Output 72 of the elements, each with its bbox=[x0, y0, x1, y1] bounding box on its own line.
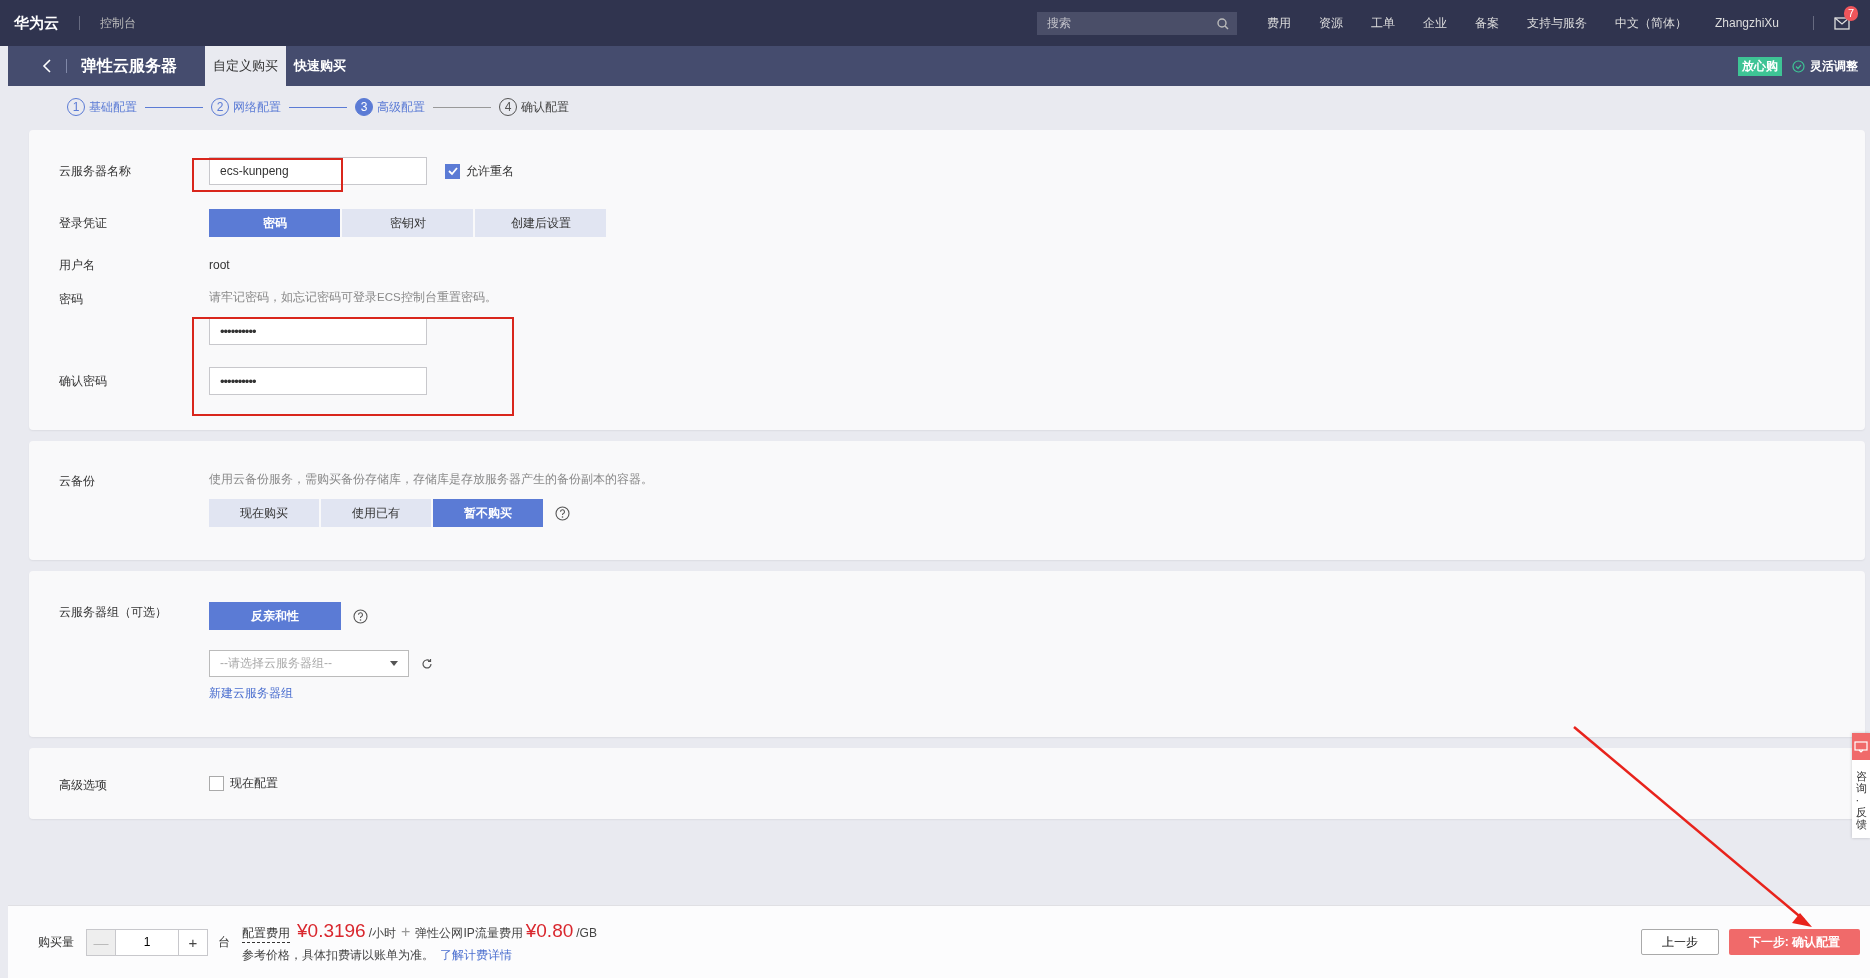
nav-link[interactable]: ZhangzhiXu bbox=[1714, 16, 1779, 30]
search-icon[interactable] bbox=[1216, 17, 1229, 30]
nav-link[interactable]: 工单 bbox=[1370, 14, 1395, 32]
console-link[interactable]: 控制台 bbox=[100, 14, 136, 32]
username-value: root bbox=[209, 258, 230, 272]
nav-link[interactable]: 中文（简体） bbox=[1614, 14, 1687, 32]
segment-button[interactable]: 密钥对 bbox=[342, 209, 473, 237]
field-label: 云服务器组（可选） bbox=[59, 604, 168, 621]
segment-button[interactable]: 密码 bbox=[209, 209, 340, 237]
field-label: 确认密码 bbox=[59, 373, 108, 390]
segment-button[interactable]: 创建后设置 bbox=[475, 209, 606, 237]
price-unit: /小时 bbox=[368, 925, 397, 942]
step: 4 确认配置 bbox=[499, 98, 569, 116]
segment-button[interactable]: 现在购买 bbox=[209, 499, 319, 527]
help-icon[interactable] bbox=[353, 608, 368, 624]
field-label: 云备份 bbox=[59, 473, 96, 490]
hint-text: 请牢记密码，如忘记密码可登录ECS控制台重置密码。 bbox=[209, 290, 497, 305]
feedback-label[interactable]: 咨询·反馈 bbox=[1855, 770, 1867, 831]
checkbox-label: 现在配置 bbox=[230, 775, 278, 792]
unit-label: 台 bbox=[218, 933, 230, 951]
help-icon[interactable] bbox=[555, 505, 570, 521]
mail-icon[interactable] bbox=[1834, 16, 1850, 30]
nav-link[interactable]: 支持与服务 bbox=[1526, 14, 1587, 32]
segment-button[interactable]: 使用已有 bbox=[321, 499, 431, 527]
previous-button[interactable]: 上一步 bbox=[1641, 929, 1719, 955]
nav-link[interactable]: 资源 bbox=[1318, 14, 1343, 32]
step: 1 基础配置 bbox=[67, 98, 137, 116]
step: 2 网络配置 bbox=[211, 98, 281, 116]
quantity-label: 购买量 bbox=[38, 933, 74, 951]
flex-adjust-label: 灵活调整 bbox=[1810, 57, 1858, 75]
nav-link[interactable]: 企业 bbox=[1422, 14, 1447, 32]
note-text: 参考价格，具体扣费请以账单为准。 bbox=[242, 947, 434, 964]
step: 3 高级配置 bbox=[355, 98, 425, 116]
back-icon[interactable] bbox=[42, 59, 52, 73]
checkbox[interactable] bbox=[445, 163, 460, 179]
quantity-field[interactable]: 1 bbox=[116, 928, 178, 956]
name-field[interactable]: ecs-kunpeng bbox=[209, 157, 427, 185]
fee-label: 配置费用 bbox=[242, 925, 290, 943]
password-field[interactable]: •••••••••• bbox=[209, 317, 427, 345]
plus-sign: + bbox=[401, 923, 411, 941]
page-title: 弹性云服务器 bbox=[81, 55, 177, 76]
price: ¥0.3196 bbox=[297, 920, 366, 942]
field-label: 用户名 bbox=[59, 257, 96, 274]
nav-link[interactable]: 费用 bbox=[1266, 14, 1291, 32]
checkbox-label: 允许重名 bbox=[466, 162, 514, 180]
field-label: 高级选项 bbox=[59, 777, 108, 794]
tag: 放心购 bbox=[1738, 56, 1782, 76]
chat-icon bbox=[1854, 740, 1868, 753]
password-field[interactable]: •••••••••• bbox=[209, 367, 427, 395]
nav-link[interactable]: 备案 bbox=[1474, 14, 1499, 32]
increment-button[interactable]: + bbox=[178, 928, 208, 956]
tab[interactable]: 自定义购买 bbox=[205, 46, 286, 86]
fee-label: 弹性公网IP流量费用 bbox=[415, 925, 523, 942]
tab[interactable]: 快速购买 bbox=[286, 46, 354, 86]
refresh-icon[interactable] bbox=[421, 657, 433, 670]
hint-text: 使用云备份服务，需购买备份存储库，存储库是存放服务器产生的备份副本的容器。 bbox=[209, 472, 653, 487]
field-label: 登录凭证 bbox=[59, 215, 108, 232]
logo[interactable]: 华为云 bbox=[14, 13, 59, 33]
price-unit: /GB bbox=[576, 926, 597, 940]
feedback-widget[interactable]: 咨询·反馈 bbox=[1852, 733, 1870, 839]
segment-button[interactable]: 暂不购买 bbox=[433, 499, 543, 527]
checkbox[interactable] bbox=[209, 776, 224, 791]
check-circle-icon bbox=[1792, 59, 1805, 73]
create-group-link[interactable]: 新建云服务器组 bbox=[209, 685, 433, 702]
price: ¥0.80 bbox=[525, 920, 574, 942]
pricing-link[interactable]: 了解计费详情 bbox=[440, 947, 512, 964]
search-field[interactable]: 搜索 bbox=[1036, 11, 1237, 35]
notification-badge: 7 bbox=[1843, 5, 1858, 21]
dropdown-caret-icon bbox=[390, 661, 398, 666]
policy-button[interactable]: 反亲和性 bbox=[209, 602, 341, 630]
field-label: 密码 bbox=[59, 291, 84, 308]
field-label: 云服务器名称 bbox=[59, 163, 132, 180]
